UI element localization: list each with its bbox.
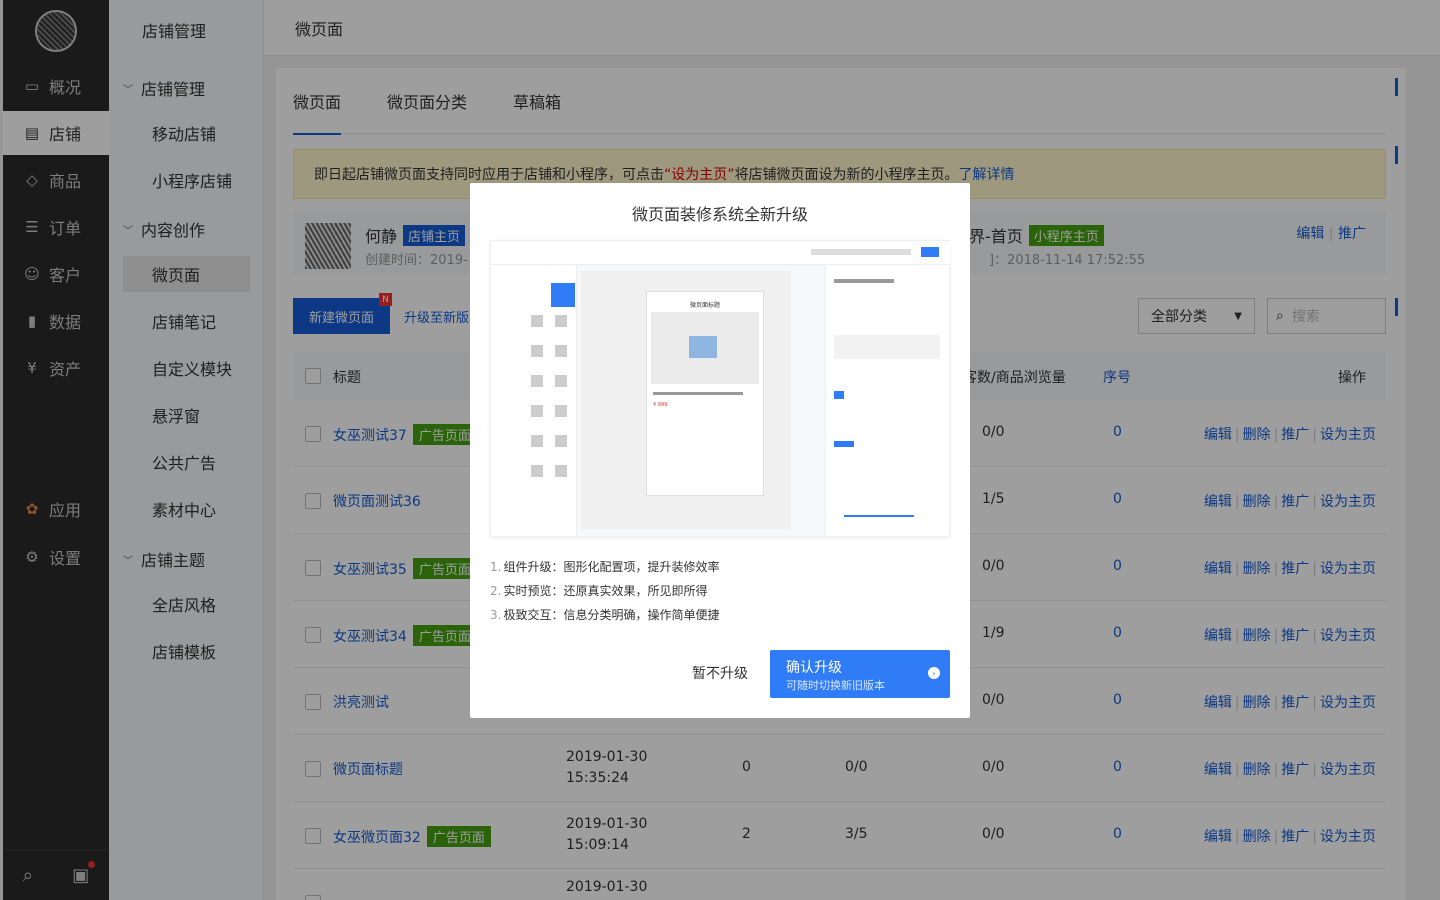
upgrade-modal: 微页面装修系统全新升级 微页面标题 ¥ 999 1. 组件升级：图形化配置项，提… xyxy=(470,183,970,718)
preview-phone: 微页面标题 ¥ 999 xyxy=(646,291,764,496)
confirm-upgrade-button[interactable]: 确认升级 可随时切换新旧版本 › xyxy=(770,650,950,698)
app-root: ▭ 概况 ▤ 店铺 ◇ 商品 ☰ 订单 ☺ 客户 ▮ 数据 ¥ 资产 ✿ 应用 ⚙ 设置 ⌕ ▣ … xyxy=(0,0,1440,900)
feature-item: 3. 极致交互：信息分类明确，操作简单便捷 xyxy=(490,608,720,622)
preview-settings-panel xyxy=(825,265,949,536)
feature-item: 1. 组件升级：图形化配置项，提升装修效率 xyxy=(490,560,720,574)
preview-component-panel xyxy=(491,265,577,536)
chevron-right-icon: › xyxy=(928,667,940,679)
feature-item: 2. 实时预览：还原真实效果，所见即所得 xyxy=(490,584,708,598)
feature-list: 1. 组件升级：图形化配置项，提升装修效率 2. 实时预览：还原真实效果，所见即所得… xyxy=(490,555,719,627)
not-now-button[interactable]: 暂不升级 xyxy=(692,663,748,683)
editor-preview-image: 微页面标题 ¥ 999 xyxy=(490,240,951,537)
modal-title: 微页面装修系统全新升级 xyxy=(631,205,808,224)
